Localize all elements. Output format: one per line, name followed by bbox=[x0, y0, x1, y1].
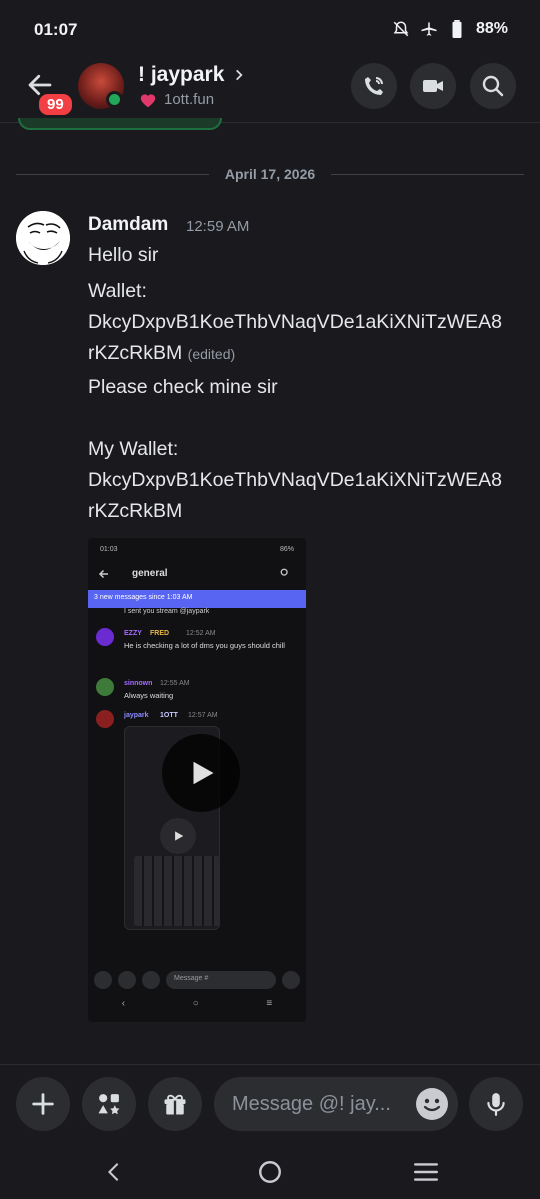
home-nav-icon: ○ bbox=[192, 998, 199, 1009]
divider-date: April 17, 2026 bbox=[224, 166, 316, 182]
message-input[interactable]: Message @! jay... bbox=[214, 1077, 458, 1131]
gift-button[interactable] bbox=[148, 1077, 202, 1131]
attachment-user-name: sinnown bbox=[124, 680, 153, 687]
message-line: Hello sir bbox=[88, 244, 159, 266]
divider-line bbox=[16, 173, 209, 175]
user-name-text: ! jaypark bbox=[138, 63, 225, 86]
bell-off-icon bbox=[392, 20, 410, 38]
microphone-icon bbox=[282, 971, 300, 989]
gift-icon bbox=[142, 971, 160, 989]
home-circle-icon bbox=[259, 1161, 281, 1183]
recents-nav-icon: ≡ bbox=[266, 998, 273, 1009]
message-avatar[interactable] bbox=[16, 211, 70, 265]
message-input-placeholder: Message @! jay... bbox=[232, 1093, 391, 1115]
attachment-channel: general bbox=[132, 568, 168, 579]
new-messages-banner: 3 new messages since 1:03 AM bbox=[88, 590, 306, 608]
search-icon bbox=[280, 568, 288, 576]
nav-home-button[interactable] bbox=[254, 1156, 286, 1188]
battery-percent: 88% bbox=[475, 20, 508, 37]
heart-icon bbox=[140, 93, 156, 107]
message-composer: Message @! jay... bbox=[0, 1064, 540, 1144]
chevron-left-icon bbox=[107, 1163, 119, 1181]
subtitle-text: 1ott.fun bbox=[164, 91, 215, 108]
gift-icon bbox=[164, 1094, 186, 1115]
attachment-input: Message # bbox=[166, 971, 276, 989]
message-my-wallet: Please check mine sir My Wallet: DkcyDxp… bbox=[88, 376, 502, 522]
battery-icon bbox=[448, 20, 466, 38]
dm-header: 99 ! jaypark 1ott.fun bbox=[0, 55, 540, 123]
plus-icon bbox=[94, 971, 112, 989]
emoji-button[interactable] bbox=[416, 1088, 448, 1120]
unread-badge: 99 bbox=[36, 91, 75, 118]
attachment-avatar bbox=[96, 678, 114, 696]
attachment-user-time: 12:57 AM bbox=[188, 712, 218, 719]
attachment-user-name: EZZY bbox=[124, 630, 142, 637]
attachment-user-text: Always waiting bbox=[124, 691, 174, 700]
image-attachment[interactable]: 01:03 86% general 3 new messages since 1… bbox=[88, 538, 306, 1022]
attachment-nav: ‹ ○ ≡ bbox=[88, 998, 306, 1009]
message-wallet: Wallet: DkcyDxpvB1KoeThbVNaqVDe1aKiXNiTz… bbox=[88, 276, 528, 370]
apps-icon bbox=[98, 1094, 120, 1115]
attachment-user-time: 12:55 AM bbox=[160, 680, 190, 687]
attachment-keyboard bbox=[134, 856, 220, 926]
airplane-icon bbox=[420, 20, 438, 38]
back-nav-icon: ‹ bbox=[121, 998, 126, 1009]
attachment-user-time: 12:52 AM bbox=[186, 630, 216, 637]
arrow-left-icon bbox=[98, 569, 108, 579]
attachment-user-text: He is checking a lot of dms you guys sho… bbox=[124, 641, 285, 650]
attachment-avatar bbox=[96, 710, 114, 728]
status-bar: 01:07 88% bbox=[0, 0, 540, 60]
nav-back-button[interactable] bbox=[98, 1156, 130, 1188]
status-icons: 88% bbox=[392, 20, 508, 38]
online-status-icon bbox=[106, 91, 123, 108]
user-name[interactable]: ! jaypark bbox=[138, 63, 246, 87]
nav-recents-button[interactable] bbox=[410, 1156, 442, 1188]
troll-face-icon bbox=[16, 211, 70, 265]
message-author[interactable]: Damdam bbox=[88, 214, 168, 236]
attachment-user-tag: FRED bbox=[150, 630, 170, 637]
video-camera-icon bbox=[423, 80, 443, 92]
wallet-text: Wallet: DkcyDxpvB1KoeThbVNaqVDe1aKiXNiTz… bbox=[88, 280, 502, 364]
attachment-avatar bbox=[96, 628, 114, 646]
add-attachment-button[interactable] bbox=[16, 1077, 70, 1131]
phone-call-icon bbox=[365, 77, 383, 95]
microphone-icon bbox=[487, 1093, 505, 1116]
emoji-icon bbox=[423, 1098, 441, 1112]
status-time: 01:07 bbox=[34, 20, 78, 39]
attachment-user-name: jaypark bbox=[124, 712, 149, 719]
apps-icon bbox=[118, 971, 136, 989]
search-icon bbox=[482, 75, 504, 97]
date-divider: April 17, 2026 bbox=[16, 164, 524, 184]
call-button[interactable] bbox=[351, 63, 397, 109]
attachment-composer: Message # bbox=[94, 970, 300, 990]
attachment-status-time: 01:03 bbox=[100, 546, 118, 553]
menu-lines-icon bbox=[413, 1163, 439, 1181]
edited-label: (edited) bbox=[187, 346, 236, 362]
play-icon bbox=[193, 761, 214, 785]
message-timestamp: 12:59 AM bbox=[186, 218, 250, 235]
video-call-button[interactable] bbox=[410, 63, 456, 109]
chevron-right-icon bbox=[236, 69, 243, 81]
attachment-user-tag: 1OTT bbox=[160, 712, 178, 719]
system-nav-bar bbox=[0, 1144, 540, 1199]
previous-embed bbox=[18, 118, 222, 130]
divider-line bbox=[331, 173, 524, 175]
plus-icon bbox=[32, 1093, 54, 1115]
attachment-line: I sent you stream @jaypark bbox=[124, 608, 210, 615]
play-icon bbox=[160, 818, 196, 854]
attachment-status-battery: 86% bbox=[279, 546, 294, 553]
user-subtitle: 1ott.fun bbox=[138, 91, 214, 108]
video-play-button[interactable] bbox=[162, 734, 240, 812]
apps-button[interactable] bbox=[82, 1077, 136, 1131]
search-button[interactable] bbox=[470, 63, 516, 109]
voice-message-button[interactable] bbox=[469, 1077, 523, 1131]
